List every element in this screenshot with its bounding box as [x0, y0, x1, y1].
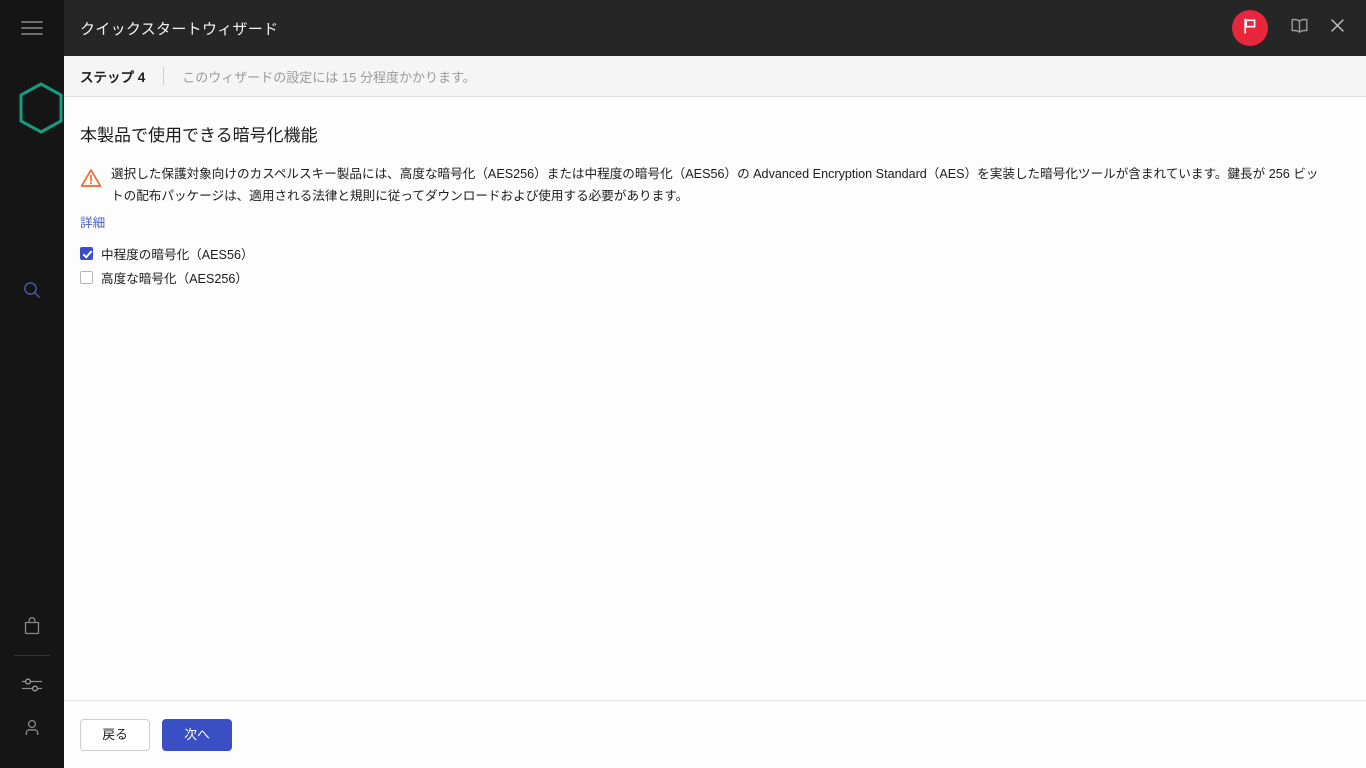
- sidebar-divider: [14, 655, 50, 656]
- sidebar-rail: [0, 0, 64, 768]
- step-bar: ステップ 4 このウィザードの設定には 15 分程度かかります。: [64, 56, 1366, 97]
- option-row-medium-encryption[interactable]: 中程度の暗号化（AES56）: [80, 241, 1366, 265]
- warning-text: 選択した保護対象向けのカスペルスキー製品には、高度な暗号化（AES256）または…: [111, 163, 1320, 207]
- flag-button[interactable]: [1232, 10, 1268, 46]
- wizard-footer: 戻る 次へ: [64, 700, 1366, 768]
- wizard-titlebar: クイックスタートウィザード: [64, 0, 1366, 56]
- book-icon: [1290, 17, 1309, 39]
- option-label-strong-encryption: 高度な暗号化（AES256）: [101, 268, 248, 287]
- warning-block: 選択した保護対象向けのカスペルスキー製品には、高度な暗号化（AES256）または…: [80, 163, 1320, 207]
- sidebar-item-bag[interactable]: [0, 606, 64, 646]
- bag-icon: [22, 616, 42, 636]
- step-label: ステップ 4: [80, 66, 145, 86]
- option-row-strong-encryption[interactable]: 高度な暗号化（AES256）: [80, 265, 1366, 289]
- titlebar-actions: [1232, 10, 1366, 46]
- search-icon: [22, 280, 42, 300]
- page-title: 本製品で使用できる暗号化機能: [80, 121, 1366, 146]
- flag-icon: [1241, 17, 1259, 40]
- hamburger-menu-icon: [21, 17, 43, 39]
- hexagon-logo-icon: [18, 82, 64, 134]
- close-icon: [1329, 17, 1346, 39]
- sliders-icon: [21, 676, 43, 694]
- wizard-content: 本製品で使用できる暗号化機能 選択した保護対象向けのカスペルスキー製品には、高度…: [64, 97, 1366, 700]
- back-button[interactable]: 戻る: [80, 719, 150, 751]
- wizard-window: クイックスタートウィザード: [0, 0, 1366, 768]
- warning-triangle-icon: [80, 168, 102, 193]
- wizard-title: クイックスタートウィザード: [80, 18, 278, 39]
- encryption-options-list: 中程度の暗号化（AES56） 高度な暗号化（AES256）: [64, 241, 1366, 289]
- details-link[interactable]: 詳細: [80, 212, 105, 231]
- sidebar-item-search[interactable]: [0, 270, 64, 310]
- sidebar-item-settings[interactable]: [0, 665, 64, 705]
- sidebar-item-account[interactable]: [0, 708, 64, 748]
- step-hint: このウィザードの設定には 15 分程度かかります。: [182, 67, 475, 86]
- checkbox-strong-encryption[interactable]: [80, 271, 93, 284]
- hamburger-menu-button[interactable]: [0, 0, 64, 56]
- close-button[interactable]: [1320, 11, 1354, 45]
- next-button[interactable]: 次へ: [162, 719, 232, 751]
- step-separator: [163, 67, 164, 85]
- help-button[interactable]: [1282, 11, 1316, 45]
- option-label-medium-encryption: 中程度の暗号化（AES56）: [101, 244, 254, 263]
- checkbox-medium-encryption[interactable]: [80, 247, 93, 260]
- user-icon: [22, 718, 42, 738]
